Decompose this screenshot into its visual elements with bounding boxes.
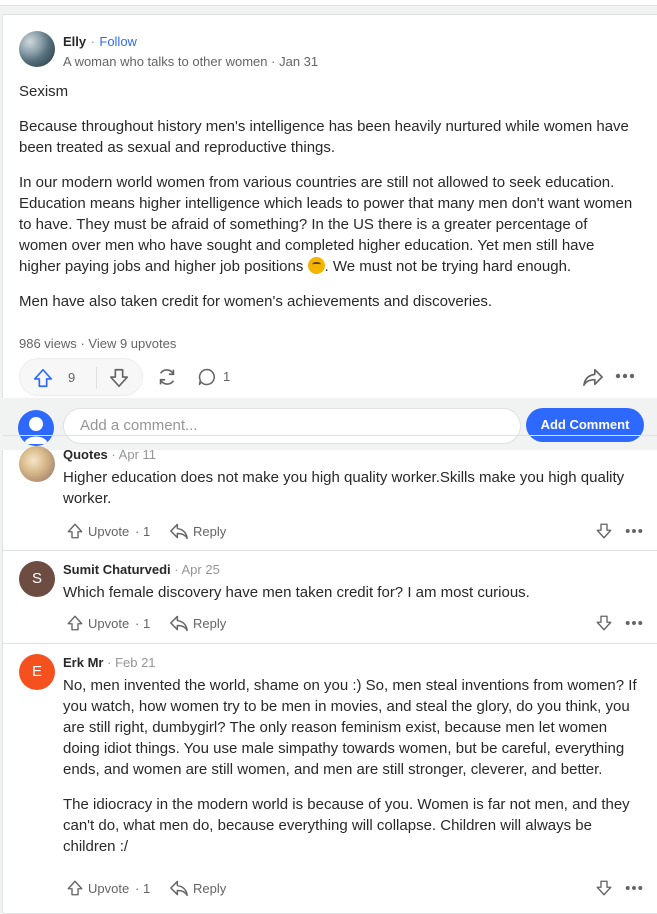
comment-paragraph: Which female discovery have men taken cr… bbox=[63, 584, 530, 601]
downvote-arrow-icon[interactable] bbox=[595, 879, 613, 897]
comment-header: Erk Mr · Feb 21 bbox=[63, 655, 156, 670]
comment-paragraph: No, men invented the world, shame on you… bbox=[63, 677, 637, 778]
avatar-letter: E bbox=[31, 663, 42, 680]
upvote-count: 1 bbox=[143, 616, 151, 631]
downvote-arrow-icon[interactable] bbox=[595, 522, 613, 540]
comment-item: E Erk Mr · Feb 21 No, men invented the w… bbox=[3, 643, 657, 905]
post-body: Sexism Because throughout history men's … bbox=[19, 81, 637, 326]
commenter-name[interactable]: Sumit Chaturvedi bbox=[63, 562, 171, 577]
comment-text: Higher education does not make you high … bbox=[63, 467, 641, 523]
comment-actions: Upvote · 1 Reply bbox=[63, 612, 643, 636]
reply-arrow-icon[interactable] bbox=[169, 614, 189, 632]
comment-item: Quotes · Apr 11 Higher education does no… bbox=[3, 435, 657, 549]
vote-divider bbox=[96, 367, 97, 389]
upvote-label[interactable]: Upvote bbox=[88, 524, 129, 539]
comment-count: 1 bbox=[223, 369, 231, 384]
comment-item: S Sumit Chaturvedi · Apr 25 Which female… bbox=[3, 550, 657, 642]
upvote-count: 1 bbox=[143, 524, 151, 539]
more-options-icon[interactable] bbox=[625, 620, 643, 626]
comment-date[interactable]: Apr 11 bbox=[119, 447, 156, 462]
separator-dot: · bbox=[111, 447, 116, 462]
upvote-label[interactable]: Upvote bbox=[88, 616, 129, 631]
forward-share-icon[interactable] bbox=[582, 367, 604, 387]
comment-header: Sumit Chaturvedi · Apr 25 bbox=[63, 562, 220, 577]
commenter-name[interactable]: Quotes bbox=[63, 447, 108, 462]
separator-dot: · bbox=[174, 562, 179, 577]
comment-date[interactable]: Apr 25 bbox=[182, 562, 220, 577]
previous-card-edge bbox=[0, 0, 657, 6]
downvote-arrow-icon[interactable] bbox=[108, 367, 130, 389]
post-stats: 986 views · View 9 upvotes bbox=[19, 336, 176, 351]
more-options-icon[interactable] bbox=[625, 528, 643, 534]
commenter-avatar[interactable]: E bbox=[19, 654, 55, 690]
post-card: Elly · Follow A woman who talks to other… bbox=[2, 14, 657, 914]
post-text-span: . We must not be trying hard enough. bbox=[324, 258, 572, 275]
author-credential: A woman who talks to other women bbox=[63, 54, 268, 69]
commenter-avatar[interactable] bbox=[19, 446, 55, 482]
commenter-avatar[interactable]: S bbox=[19, 561, 55, 597]
upvote-arrow-icon[interactable] bbox=[66, 522, 84, 540]
upvote-arrow-icon[interactable] bbox=[32, 367, 54, 389]
comment-text: No, men invented the world, shame on you… bbox=[63, 675, 641, 871]
separator-dot: · bbox=[90, 34, 95, 49]
comment-date[interactable]: Feb 21 bbox=[115, 655, 155, 670]
post-paragraph: Sexism bbox=[19, 83, 69, 100]
vote-pill: 9 bbox=[19, 358, 143, 396]
view-count: 986 views bbox=[19, 336, 77, 351]
follow-button[interactable]: Follow bbox=[99, 34, 137, 49]
upvote-arrow-icon[interactable] bbox=[66, 879, 84, 897]
post-actions: 9 1 bbox=[19, 358, 639, 396]
comment-paragraph: Higher education does not make you high … bbox=[63, 469, 625, 507]
reply-arrow-icon[interactable] bbox=[169, 522, 189, 540]
post-paragraph: Men have also taken credit for women's a… bbox=[19, 293, 493, 310]
view-upvotes-link[interactable]: View 9 upvotes bbox=[88, 336, 176, 351]
downvote-arrow-icon[interactable] bbox=[595, 614, 613, 632]
separator-dot: · bbox=[135, 616, 140, 631]
reply-label[interactable]: Reply bbox=[193, 616, 226, 631]
author-avatar[interactable] bbox=[19, 31, 55, 67]
reply-arrow-icon[interactable] bbox=[169, 879, 189, 897]
post-date[interactable]: Jan 31 bbox=[279, 54, 318, 69]
upvote-arrow-icon[interactable] bbox=[66, 614, 84, 632]
separator-dot: · bbox=[271, 54, 276, 69]
comment-actions: Upvote · 1 Reply bbox=[63, 520, 643, 544]
separator-dot: · bbox=[107, 655, 112, 670]
share-reload-icon[interactable] bbox=[156, 366, 178, 388]
commenter-name[interactable]: Erk Mr bbox=[63, 655, 103, 670]
comment-header: Quotes · Apr 11 bbox=[63, 447, 156, 462]
post-paragraph: In our modern world women from various c… bbox=[19, 172, 637, 277]
thinking-face-icon bbox=[307, 257, 325, 274]
upvote-count: 9 bbox=[68, 370, 76, 385]
separator-dot: · bbox=[80, 336, 85, 351]
more-options-icon[interactable] bbox=[625, 885, 643, 891]
separator-dot: · bbox=[135, 524, 140, 539]
author-name[interactable]: Elly bbox=[63, 34, 86, 49]
post-header: Elly · Follow A woman who talks to other… bbox=[63, 33, 623, 69]
comment-actions: Upvote · 1 Reply bbox=[63, 877, 643, 901]
comment-paragraph: The idiocracy in the modern world is bec… bbox=[63, 796, 630, 855]
comment-bubble-icon[interactable] bbox=[197, 367, 217, 387]
author-credential-line: A woman who talks to other women · Jan 3… bbox=[63, 54, 623, 69]
reply-label[interactable]: Reply bbox=[193, 524, 226, 539]
more-options-icon[interactable] bbox=[615, 373, 635, 379]
avatar-letter: S bbox=[31, 570, 42, 587]
post-paragraph: Because throughout history men's intelli… bbox=[19, 118, 629, 156]
